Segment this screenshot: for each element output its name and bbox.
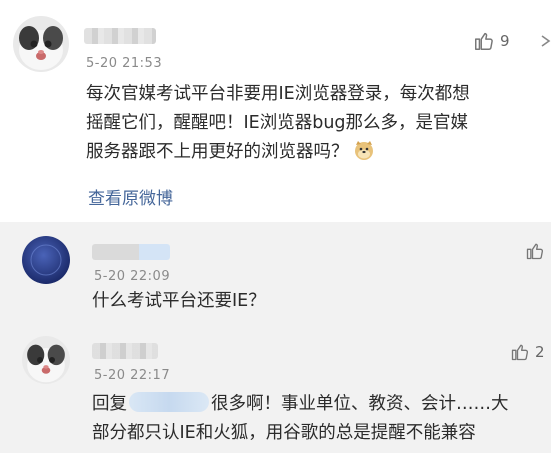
more-icon: [541, 35, 551, 47]
comment-line: 每次官媒考试平台非要用IE浏览器登录，每次都想: [86, 84, 470, 104]
like-button[interactable]: [525, 241, 545, 261]
blue-avatar-icon: [22, 236, 70, 284]
thumbs-up-icon: [526, 243, 544, 260]
thumbs-up-icon: [475, 32, 493, 50]
cat-avatar-icon: [13, 16, 69, 72]
comment-time: 5-20 21:53: [86, 56, 163, 71]
reply-line: 回复 很多啊！事业单位、教资、会计……大: [92, 392, 509, 414]
reply-time: 5-20 22:17: [94, 368, 171, 383]
avatar[interactable]: [22, 336, 70, 384]
reply-time: 5-20 22:09: [94, 269, 171, 284]
view-original-link[interactable]: 查看原微博: [88, 184, 173, 209]
comment-line: 服务器跟不上用更好的浏览器吗？: [86, 138, 546, 167]
cat-avatar-icon: [22, 336, 70, 384]
username-blurred[interactable]: [92, 343, 158, 359]
reply-item: [0, 227, 551, 325]
avatar[interactable]: [22, 236, 70, 284]
like-count: 2: [535, 343, 545, 361]
avatar[interactable]: [13, 16, 69, 72]
like-button[interactable]: 2: [510, 342, 545, 362]
main-comment: 5-20 21:53 9 每次官媒考试平台非要用IE浏览器登录，每次都想 摇醒它…: [0, 0, 551, 222]
reply-text: 回复 很多啊！事业单位、教资、会计……大 部分都只认IE和火狐，用谷歌的总是提醒不…: [92, 390, 542, 448]
mention-blurred[interactable]: [129, 392, 209, 412]
username-blurred[interactable]: [92, 244, 170, 260]
comment-line: 摇醒它们，醒醒吧！IE浏览器bug那么多，是官媒: [86, 113, 469, 133]
thumbs-up-icon: [511, 344, 529, 361]
doge-icon: [353, 139, 375, 161]
like-button[interactable]: 9: [473, 30, 510, 52]
more-button[interactable]: [540, 30, 551, 56]
reply-line: 部分都只认IE和火狐，用谷歌的总是提醒不能兼容: [92, 423, 476, 443]
username-blurred[interactable]: [84, 28, 156, 44]
reply-text: 什么考试平台还要IE？: [92, 291, 266, 311]
like-count: 9: [500, 32, 510, 50]
comment-text: 每次官媒考试平台非要用IE浏览器登录，每次都想 摇醒它们，醒醒吧！IE浏览器bu…: [86, 80, 546, 167]
